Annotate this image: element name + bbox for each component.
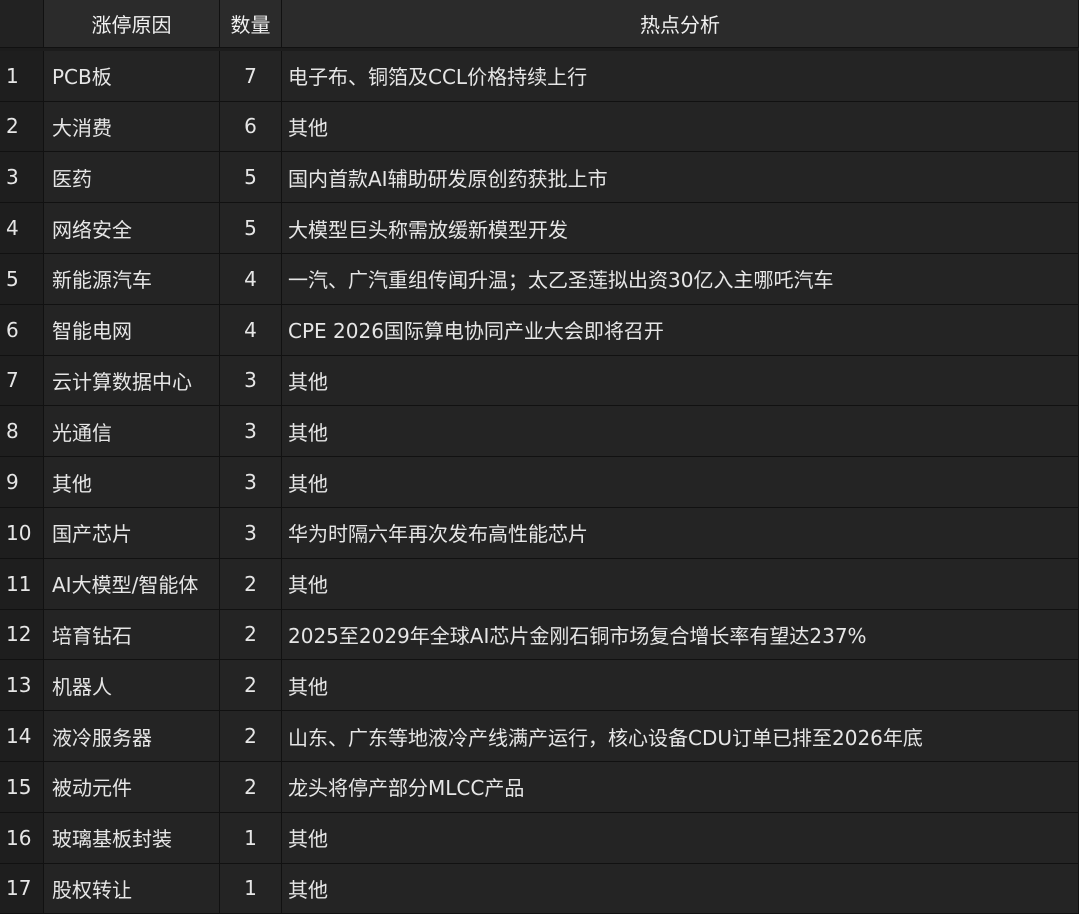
row-index-cell[interactable]: 14	[0, 711, 44, 762]
analysis-cell[interactable]: 其他	[282, 457, 1079, 508]
reason-cell[interactable]: 医药	[44, 152, 220, 204]
row-index-cell[interactable]: 3	[0, 152, 44, 204]
reason-cell[interactable]: PCB板	[44, 50, 220, 102]
analysis-cell[interactable]: CPE 2026国际算电协同产业大会即将召开	[282, 304, 1079, 356]
reason-cell[interactable]: 新能源汽车	[44, 253, 220, 305]
count-cell[interactable]: 1	[220, 812, 282, 864]
reason-cell[interactable]: 国产芯片	[44, 507, 220, 559]
count-cell[interactable]: 2	[220, 558, 282, 610]
row-index-cell[interactable]: 4	[0, 203, 44, 254]
row-index-cell[interactable]: 8	[0, 406, 44, 458]
analysis-cell[interactable]: 2025至2029年全球AI芯片金刚石铜市场复合增长率有望达237%	[282, 609, 1079, 661]
reason-cell[interactable]: 液冷服务器	[44, 711, 220, 762]
count-cell[interactable]: 2	[220, 711, 282, 762]
analysis-cell[interactable]: 华为时隔六年再次发布高性能芯片	[282, 507, 1079, 559]
count-cell[interactable]: 5	[220, 152, 282, 204]
analysis-cell[interactable]: 一汽、广汽重组传闻升温；太乙圣莲拟出资30亿入主哪吒汽车	[282, 253, 1079, 305]
analysis-cell[interactable]: 其他	[282, 558, 1079, 610]
count-cell[interactable]: 2	[220, 609, 282, 661]
reason-cell[interactable]: 玻璃基板封装	[44, 812, 220, 864]
count-cell[interactable]: 7	[220, 50, 282, 102]
analysis-cell[interactable]: 其他	[282, 812, 1079, 864]
row-index-cell[interactable]: 6	[0, 304, 44, 356]
count-cell[interactable]: 3	[220, 355, 282, 407]
row-index-cell[interactable]: 9	[0, 457, 44, 508]
count-cell[interactable]: 4	[220, 253, 282, 305]
analysis-cell[interactable]: 国内首款AI辅助研发原创药获批上市	[282, 152, 1079, 204]
analysis-cell[interactable]: 其他	[282, 660, 1079, 712]
count-cell[interactable]: 2	[220, 761, 282, 813]
reason-cell[interactable]: 智能电网	[44, 304, 220, 356]
row-index-cell[interactable]: 1	[0, 50, 44, 102]
row-index-cell[interactable]: 11	[0, 558, 44, 610]
analysis-cell[interactable]: 其他	[282, 355, 1079, 407]
reason-cell[interactable]: 网络安全	[44, 203, 220, 254]
reason-cell[interactable]: AI大模型/智能体	[44, 558, 220, 610]
count-cell[interactable]: 6	[220, 101, 282, 153]
reason-cell[interactable]: 大消费	[44, 101, 220, 153]
analysis-cell[interactable]: 大模型巨头称需放缓新模型开发	[282, 203, 1079, 254]
analysis-cell[interactable]: 电子布、铜箔及CCL价格持续上行	[282, 50, 1079, 102]
count-cell[interactable]: 4	[220, 304, 282, 356]
count-cell[interactable]: 2	[220, 660, 282, 712]
analysis-cell[interactable]: 其他	[282, 863, 1079, 914]
reason-cell[interactable]: 其他	[44, 457, 220, 508]
header-reason[interactable]: 涨停原因	[44, 0, 220, 48]
reason-cell[interactable]: 培育钻石	[44, 609, 220, 661]
header-analysis[interactable]: 热点分析	[282, 0, 1079, 48]
reason-cell[interactable]: 股权转让	[44, 863, 220, 914]
count-cell[interactable]: 3	[220, 457, 282, 508]
row-index-cell[interactable]: 15	[0, 761, 44, 813]
row-index-cell[interactable]: 10	[0, 507, 44, 559]
reason-cell[interactable]: 云计算数据中心	[44, 355, 220, 407]
count-cell[interactable]: 3	[220, 406, 282, 458]
analysis-cell[interactable]: 山东、广东等地液冷产线满产运行，核心设备CDU订单已排至2026年底	[282, 711, 1079, 762]
analysis-cell[interactable]: 其他	[282, 406, 1079, 458]
row-index-cell[interactable]: 16	[0, 812, 44, 864]
analysis-cell[interactable]: 龙头将停产部分MLCC产品	[282, 761, 1079, 813]
row-index-cell[interactable]: 12	[0, 609, 44, 661]
count-cell[interactable]: 5	[220, 203, 282, 254]
row-index-cell[interactable]: 13	[0, 660, 44, 712]
reason-cell[interactable]: 机器人	[44, 660, 220, 712]
row-index-cell[interactable]: 7	[0, 355, 44, 407]
reason-cell[interactable]: 光通信	[44, 406, 220, 458]
count-cell[interactable]: 1	[220, 863, 282, 914]
row-index-cell[interactable]: 17	[0, 863, 44, 914]
count-cell[interactable]: 3	[220, 507, 282, 559]
row-index-cell[interactable]: 2	[0, 101, 44, 153]
row-index-cell[interactable]: 5	[0, 253, 44, 305]
analysis-cell[interactable]: 其他	[282, 101, 1079, 153]
header-count[interactable]: 数量	[220, 0, 282, 48]
reason-cell[interactable]: 被动元件	[44, 761, 220, 813]
header-index-cell[interactable]	[0, 0, 44, 48]
data-table: 涨停原因 数量 热点分析 1 PCB板 7 电子布、铜箔及CCL价格持续上行 2 大消费 6…	[0, 0, 1079, 914]
spreadsheet: 涨停原因 数量 热点分析 1 PCB板 7 电子布、铜箔及CCL价格持续上行 2 大消费 6…	[0, 0, 1079, 914]
